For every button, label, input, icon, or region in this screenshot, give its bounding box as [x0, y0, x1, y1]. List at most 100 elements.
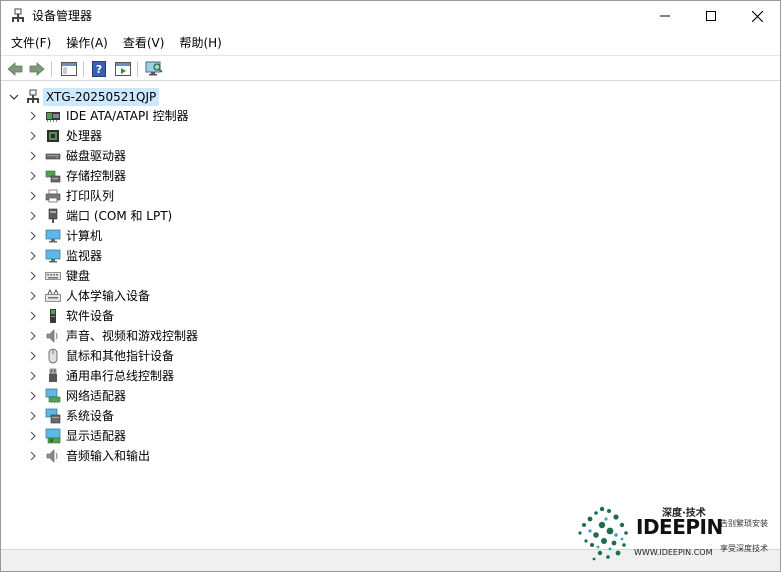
printer-icon	[45, 189, 61, 203]
tree-category-item[interactable]: 计算机	[1, 226, 401, 246]
chevron-right-icon[interactable]	[28, 150, 38, 162]
toolbar-separator	[83, 61, 84, 77]
chevron-right-icon[interactable]	[28, 450, 38, 462]
maximize-button[interactable]	[688, 1, 734, 31]
scan-hardware-changes-button[interactable]	[144, 59, 164, 79]
tree-category-item[interactable]: 磁盘驱动器	[1, 146, 401, 166]
tree-root-node[interactable]: XTG-20250521QJP	[1, 87, 301, 107]
tree-category-label[interactable]: 监视器	[66, 247, 102, 265]
tree-category-label[interactable]: 计算机	[66, 227, 102, 245]
chevron-right-icon[interactable]	[28, 370, 38, 382]
disk-drive-icon	[45, 153, 61, 160]
chevron-right-icon[interactable]	[28, 410, 38, 422]
tree-category-item[interactable]: 软件设备	[1, 306, 401, 326]
chevron-right-icon[interactable]	[28, 130, 38, 142]
menu-help[interactable]: 帮助(H)	[173, 32, 227, 54]
tree-category-item[interactable]: IDE ATA/ATAPI 控制器	[1, 106, 401, 126]
device-tree[interactable]: XTG-20250521QJP IDE ATA/ATAPI 控制器 处理器磁盘驱动…	[1, 83, 780, 549]
audio-io-icon	[46, 449, 58, 463]
chevron-right-icon[interactable]	[28, 250, 38, 262]
minimize-icon	[660, 15, 670, 17]
tree-category-label[interactable]: 键盘	[66, 267, 90, 285]
tree-category-item[interactable]: 端口 (COM 和 LPT)	[1, 206, 401, 226]
chevron-right-icon[interactable]	[28, 270, 38, 282]
tree-category-item[interactable]: 音频输入和输出	[1, 446, 401, 466]
port-icon	[48, 208, 58, 223]
toolbar-separator	[51, 61, 52, 77]
chevron-right-icon[interactable]	[28, 290, 38, 302]
tree-category-label[interactable]: 处理器	[66, 127, 102, 145]
tree-category-item[interactable]: 人体学输入设备	[1, 286, 401, 306]
chevron-right-icon[interactable]	[28, 350, 38, 362]
tree-category-label[interactable]: 磁盘驱动器	[66, 147, 126, 165]
tree-category-item[interactable]: 打印队列	[1, 186, 401, 206]
tree-category-item[interactable]: 系统设备	[1, 406, 401, 426]
tree-category-label[interactable]: IDE ATA/ATAPI 控制器	[66, 107, 189, 125]
close-icon	[751, 10, 763, 22]
back-arrow-icon	[7, 62, 23, 76]
properties-button[interactable]	[113, 59, 133, 79]
tree-category-label[interactable]: 通用串行总线控制器	[66, 367, 174, 385]
display-adapter-icon	[45, 428, 61, 444]
tree-category-item[interactable]: 处理器	[1, 126, 401, 146]
maximize-icon	[706, 11, 716, 21]
back-button[interactable]	[5, 59, 25, 79]
chevron-down-icon[interactable]	[8, 90, 20, 104]
tree-category-label[interactable]: 软件设备	[66, 307, 114, 325]
toolbar-separator	[137, 61, 138, 77]
software-device-icon	[50, 309, 56, 323]
hid-icon	[45, 288, 61, 302]
ideepin-watermark: 深度·技术 IDEEPIN WWW.IDEEPIN.COM 告别繁琐安装 享受深…	[576, 501, 776, 569]
keyboard-icon	[45, 272, 61, 280]
device-manager-icon	[12, 8, 24, 22]
tree-category-item[interactable]: 网络适配器	[1, 386, 401, 406]
tree-category-item[interactable]: 通用串行总线控制器	[1, 366, 401, 386]
tree-category-label[interactable]: 系统设备	[66, 407, 114, 425]
mouse-icon	[48, 348, 58, 364]
chevron-right-icon[interactable]	[28, 390, 38, 402]
forward-arrow-icon	[29, 62, 45, 76]
watermark-brand: IDEEPIN	[636, 515, 723, 539]
minimize-button[interactable]	[642, 1, 688, 31]
chevron-right-icon[interactable]	[28, 330, 38, 342]
tree-category-item[interactable]: 鼠标和其他指针设备	[1, 346, 401, 366]
computer-icon	[45, 229, 61, 243]
tree-category-item[interactable]: 声音、视频和游戏控制器	[1, 326, 401, 346]
usb-icon	[49, 368, 57, 382]
tree-category-item[interactable]: 显示适配器	[1, 426, 401, 446]
forward-button[interactable]	[27, 59, 47, 79]
tree-category-label[interactable]: 显示适配器	[66, 427, 126, 445]
tree-category-label[interactable]: 存储控制器	[66, 167, 126, 185]
network-adapter-icon	[45, 388, 61, 403]
tree-category-label[interactable]: 音频输入和输出	[66, 447, 150, 465]
tree-category-label[interactable]: 鼠标和其他指针设备	[66, 347, 174, 365]
console-tree-icon	[61, 62, 77, 76]
help-button[interactable]: ?	[89, 59, 109, 79]
menu-action[interactable]: 操作(A)	[60, 32, 114, 54]
tree-category-label[interactable]: 人体学输入设备	[66, 287, 150, 305]
title-bar[interactable]: 设备管理器	[1, 1, 780, 31]
tree-category-label[interactable]: 声音、视频和游戏控制器	[66, 327, 198, 345]
chevron-right-icon[interactable]	[28, 310, 38, 322]
storage-controller-icon	[45, 170, 61, 183]
chevron-right-icon[interactable]	[28, 430, 38, 442]
svg-text:?: ?	[96, 63, 102, 76]
close-button[interactable]	[734, 1, 780, 31]
toolbar: ?	[1, 55, 780, 81]
tree-category-label[interactable]: 端口 (COM 和 LPT)	[66, 207, 172, 225]
chevron-right-icon[interactable]	[28, 210, 38, 222]
chevron-right-icon[interactable]	[28, 110, 38, 122]
chevron-right-icon[interactable]	[28, 230, 38, 242]
tree-category-item[interactable]: 存储控制器	[1, 166, 401, 186]
tree-category-item[interactable]: 监视器	[1, 246, 401, 266]
chevron-right-icon[interactable]	[28, 170, 38, 182]
tree-category-label[interactable]: 打印队列	[66, 187, 114, 205]
menu-file[interactable]: 文件(F)	[5, 32, 57, 54]
menu-view[interactable]: 查看(V)	[117, 32, 171, 54]
sound-icon	[46, 329, 58, 343]
show-hide-console-tree-button[interactable]	[59, 59, 79, 79]
tree-root-label[interactable]: XTG-20250521QJP	[43, 88, 160, 106]
tree-category-item[interactable]: 键盘	[1, 266, 401, 286]
chevron-right-icon[interactable]	[28, 190, 38, 202]
tree-category-label[interactable]: 网络适配器	[66, 387, 126, 405]
